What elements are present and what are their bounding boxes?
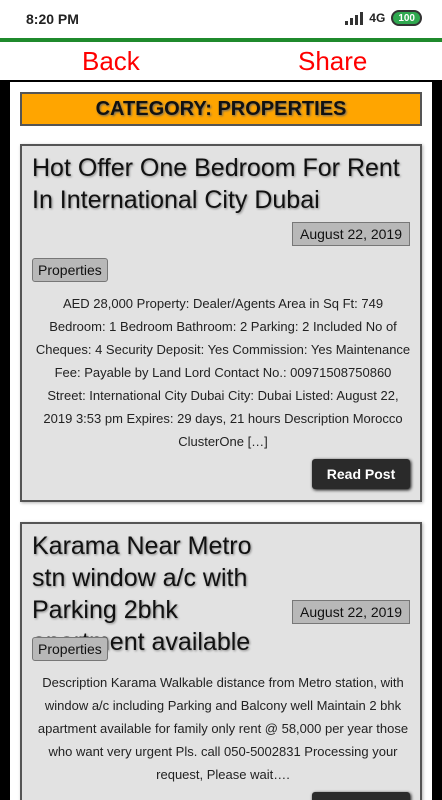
post-category-tag[interactable]: Properties: [32, 258, 108, 282]
post-category-tag[interactable]: Properties: [32, 637, 108, 661]
category-title: CATEGORY: PROPERTIES: [95, 98, 347, 120]
battery-icon: 100: [391, 10, 422, 26]
back-button[interactable]: Back: [82, 46, 140, 77]
read-post-button[interactable]: Read Post: [312, 459, 410, 489]
post-card: Karama Near Metro stn window a/c with Pa…: [20, 522, 422, 800]
signal-icon: [345, 11, 364, 25]
post-description: AED 28,000 Property: Dealer/Agents Area …: [35, 296, 411, 449]
post-card: Hot Offer One Bedroom For Rent In Intern…: [20, 144, 422, 502]
read-post-button[interactable]: Read Post: [312, 792, 410, 800]
category-header: CATEGORY: PROPERTIES: [20, 92, 422, 126]
post-date: August 22, 2019: [292, 222, 410, 246]
post-title[interactable]: Hot Offer One Bedroom For Rent In Intern…: [32, 152, 412, 216]
status-time: 8:20 PM: [26, 11, 79, 27]
content-area[interactable]: CATEGORY: PROPERTIES Hot Offer One Bedro…: [10, 82, 432, 800]
post-date: August 22, 2019: [292, 600, 410, 624]
share-button[interactable]: Share: [298, 46, 367, 77]
network-type: 4G: [369, 11, 386, 25]
post-description: Description Karama Walkable distance fro…: [37, 675, 409, 782]
top-nav: Back Share: [0, 42, 442, 80]
status-icons: 4G 100: [345, 10, 422, 26]
status-bar: 8:20 PM 4G 100: [0, 0, 442, 38]
